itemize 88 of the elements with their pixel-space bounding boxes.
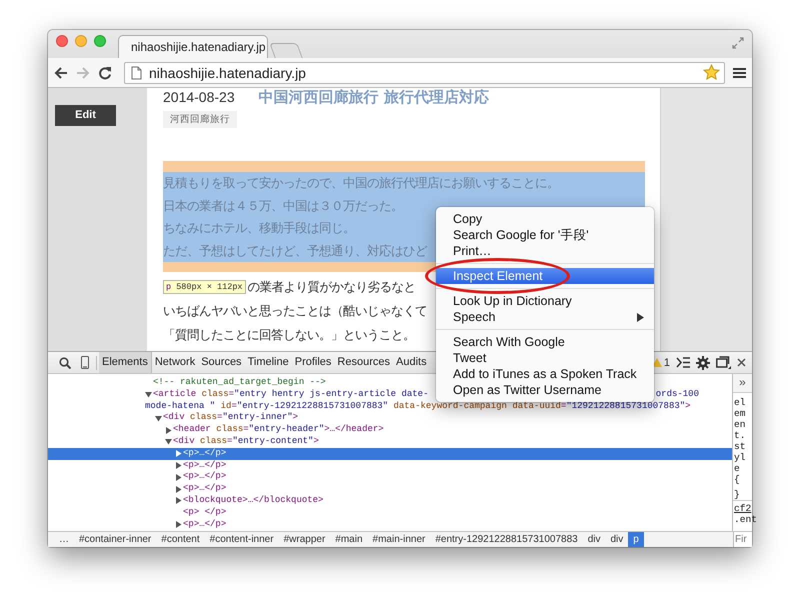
text-line: 「質問したことに回答しない。」ということ。 (163, 326, 415, 344)
menu-item[interactable]: Inspect Element (436, 268, 654, 284)
menu-icon[interactable] (733, 66, 746, 78)
breadcrumb[interactable]: #container-inner (74, 532, 156, 547)
filter-field[interactable]: Fir (733, 532, 752, 547)
dom-node[interactable]: <p>…</p> (183, 483, 226, 495)
menu-item[interactable]: Look Up in Dictionary (436, 293, 654, 309)
expand-arrow-icon[interactable] (175, 486, 182, 493)
collapse-arrow-icon[interactable] (145, 391, 152, 398)
menu-item[interactable]: Tweet (436, 350, 654, 366)
menu-item[interactable]: Copy (436, 211, 654, 227)
dock-icon[interactable] (716, 356, 731, 369)
text-line: ちなみにホテル、移動手段は同じ。 (163, 219, 355, 237)
url-text: nihaoshijie.hatenadiary.jp (149, 64, 307, 80)
dom-node[interactable]: <div class="entry-content"> (173, 436, 319, 448)
devtools-tab[interactable]: Timeline (244, 352, 292, 373)
address-bar[interactable]: nihaoshijie.hatenadiary.jp (124, 62, 725, 84)
warning-count[interactable]: 1 (664, 356, 670, 368)
dom-node[interactable]: <p>…</p> (183, 518, 226, 530)
tab-title: nihaoshijie.hatenadiary.jp (131, 40, 266, 54)
collapse-arrow-icon[interactable] (155, 414, 162, 422)
browser-tab[interactable]: nihaoshijie.hatenadiary.jp (118, 35, 268, 58)
expand-arrow-icon[interactable] (175, 462, 182, 469)
dom-node[interactable]: <p>…</p> (183, 448, 226, 460)
devtools-tab[interactable]: Network (152, 352, 198, 373)
menu-item[interactable]: Open as Twitter Username (436, 382, 654, 398)
dom-node[interactable]: <header class="entry-header">…</header> (173, 424, 384, 436)
breadcrumb[interactable]: #content (156, 532, 205, 547)
menu-item[interactable]: Print… (436, 243, 654, 259)
pane-toggle-button[interactable]: » (733, 374, 752, 393)
dom-node[interactable]: mode-hatena " id="entry-12921228815731007883" data-keyword-campaign data-uuid="12921228815731007883"> (145, 400, 691, 412)
entry-date: 2014-08-23 (163, 89, 235, 105)
dom-node[interactable]: <p>…</p> (183, 471, 226, 484)
search-icon[interactable] (59, 356, 71, 368)
style-rule: element.style { (733, 396, 747, 485)
warning-icon[interactable] (652, 358, 662, 367)
devtools-tab[interactable]: Audits (393, 352, 430, 373)
text-line: いちばんヤバいと思ったことは（酷いじゃなくて (163, 302, 427, 320)
dom-node[interactable]: <p> </p> (183, 506, 226, 519)
reload-icon[interactable] (98, 66, 112, 80)
console-drawer-icon[interactable] (676, 357, 690, 368)
breadcrumb[interactable]: #content-inner (204, 532, 279, 547)
collapse-arrow-icon[interactable] (165, 438, 172, 446)
expand-arrow-icon[interactable] (175, 474, 182, 481)
breadcrumb[interactable]: #wrapper (278, 532, 330, 547)
text-line: の業者より質がかなり劣るなと (248, 278, 416, 296)
menu-item[interactable]: Search With Google (436, 334, 654, 350)
close-icon[interactable] (737, 358, 746, 367)
breadcrumb[interactable]: div (582, 532, 606, 547)
devtools-tab[interactable]: Resources (334, 352, 393, 373)
devtools-tab[interactable]: Elements (99, 352, 152, 373)
close-button[interactable] (56, 35, 68, 47)
expand-arrow-icon[interactable] (175, 497, 182, 504)
dom-node[interactable]: <p>…</p> (183, 460, 226, 472)
star-icon[interactable] (703, 64, 720, 81)
fullscreen-icon[interactable] (732, 37, 744, 49)
text-line: 見積もりを取って安かったので、中国の旅行代理店にお願いすることに。 (163, 174, 559, 192)
dom-node[interactable]: <article class="entry hentry js-entry-article date- (153, 388, 428, 401)
mobile-device-icon[interactable] (81, 356, 89, 369)
breadcrumb[interactable]: p (628, 532, 644, 547)
devtools-tab[interactable]: Profiles (292, 352, 334, 373)
expand-arrow-icon[interactable] (165, 426, 172, 434)
breadcrumb[interactable]: #entry-12921228815731007883 (430, 532, 583, 547)
text-line: 日本の業者は４５万、中国は３０万だった。 (163, 196, 403, 214)
category-tag[interactable]: 河西回廊旅行 (163, 111, 237, 128)
style-rule: } (733, 488, 741, 500)
dom-node[interactable]: <div class="entry-inner"> (163, 412, 298, 424)
breadcrumb[interactable]: #main-inner (368, 532, 430, 547)
breadcrumb[interactable]: … (54, 532, 74, 547)
settings-icon[interactable] (696, 356, 710, 370)
devtools-tab[interactable]: Sources (198, 352, 245, 373)
back-arrow-icon[interactable] (54, 66, 68, 80)
breadcrumb[interactable]: div (606, 532, 628, 547)
menu-item[interactable]: Add to iTunes as a Spoken Track (436, 366, 654, 382)
element-size-tooltip: p 580px × 112px (163, 280, 246, 294)
page-icon (131, 66, 142, 80)
menu-item[interactable]: Speech (436, 309, 654, 325)
expand-arrow-icon[interactable] (175, 520, 182, 528)
edit-button[interactable]: Edit (55, 104, 116, 126)
dom-node[interactable]: <!-- rakuten_ad_target_begin --> (153, 377, 326, 389)
expand-arrow-icon[interactable] (175, 450, 182, 458)
menu-item[interactable]: Search Google for '手段' (436, 227, 654, 243)
source-link[interactable]: cf2 (733, 500, 752, 514)
breadcrumb[interactable]: #main (330, 532, 368, 547)
dom-node[interactable]: <blockquote>…</blockquote> (183, 494, 324, 507)
zoom-button[interactable] (94, 35, 106, 47)
dom-text: ords-100 (656, 388, 699, 401)
text-line: ただ、予想はしてたけど、予想通り、対応はひど (163, 242, 427, 260)
